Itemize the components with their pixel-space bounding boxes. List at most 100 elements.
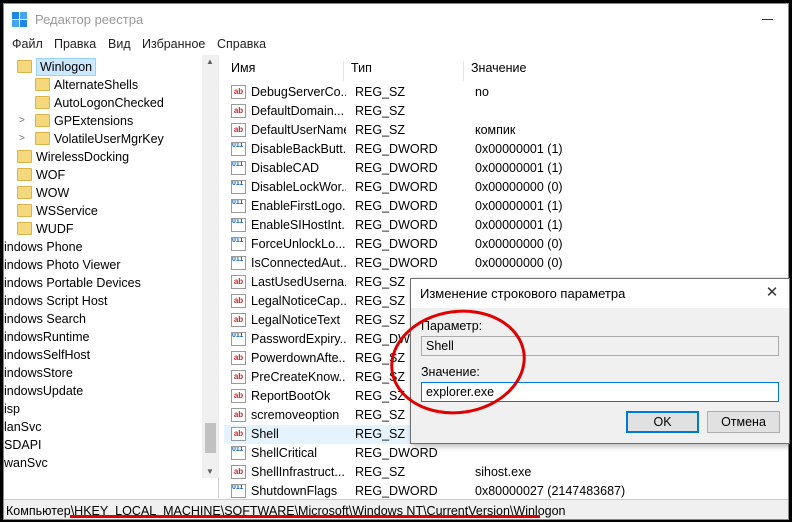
- value-row[interactable]: ab DebugServerCo... REG_SZ no: [224, 83, 788, 102]
- value-type: REG_DWORD: [355, 161, 438, 175]
- tree-item[interactable]: lanSvc: [4, 418, 202, 436]
- binary-value-icon: 011 110: [231, 237, 246, 251]
- cancel-button[interactable]: Отмена: [707, 411, 780, 433]
- value-type: REG_DWORD: [355, 180, 438, 194]
- value-name: LegalNoticeCap...: [251, 294, 346, 308]
- value-row[interactable]: 011 110 ForceUnlockLo... REG_DWORD 0x000000…: [224, 235, 788, 254]
- value-row[interactable]: 011 110 EnableSIHostInt... REG_DWORD 0x0000…: [224, 216, 788, 235]
- menu-view[interactable]: Вид: [108, 37, 131, 51]
- value-type: REG_SZ: [355, 389, 406, 403]
- tree-item[interactable]: AutoLogonChecked: [4, 94, 202, 112]
- tree-item-label: isp: [4, 402, 20, 416]
- tree-item[interactable]: WirelessDocking: [4, 148, 202, 166]
- value-row[interactable]: 011 110 IsConnectedAut... REG_DWORD 0x00000…: [224, 254, 788, 273]
- value-type: REG_DWORD: [355, 446, 438, 460]
- value-type: REG_DWORD: [355, 484, 438, 498]
- tree-item[interactable]: indows Search: [4, 310, 202, 328]
- folder-icon: [17, 60, 32, 73]
- column-header-type[interactable]: Тип: [344, 61, 464, 81]
- close-icon[interactable]: ✕: [761, 283, 783, 303]
- value-data: 0x00000000 (0): [475, 256, 563, 270]
- value-name: IsConnectedAut...: [251, 256, 346, 270]
- tree-item-label: WSService: [36, 204, 98, 218]
- folder-icon: [17, 222, 32, 235]
- value-row[interactable]: 011 110 DisableCAD REG_DWORD 0x00000001 (1): [224, 159, 788, 178]
- value-name: PasswordExpiry...: [251, 332, 346, 346]
- value-type: REG_SZ: [355, 123, 406, 137]
- value-name: ShutdownFlags: [251, 484, 338, 498]
- tree-item-label: indowsUpdate: [4, 384, 84, 398]
- tree-item-label: SDAPI: [4, 438, 42, 452]
- folder-icon: [17, 204, 32, 217]
- value-name: DebugServerCo...: [251, 85, 346, 99]
- value-row[interactable]: 011 110 DisableBackButt... REG_DWORD 0x0000…: [224, 140, 788, 159]
- tree-item-label: indows Photo Viewer: [4, 258, 121, 272]
- registry-tree[interactable]: Winlogon AlternateShells AutoLogonChecked >…: [4, 55, 219, 498]
- value-name: scremoveoption: [251, 408, 340, 422]
- tree-item[interactable]: Winlogon: [4, 58, 202, 76]
- tree-item-label: WUDF: [36, 222, 74, 236]
- tree-item[interactable]: indowsUpdate: [4, 382, 202, 400]
- tree-item-label: WirelessDocking: [36, 150, 130, 164]
- tree-item[interactable]: indows Phone: [4, 238, 202, 256]
- value-type: REG_DWORD: [355, 237, 438, 251]
- tree-item[interactable]: WUDF: [4, 220, 202, 238]
- value-name: DefaultDomain...: [251, 104, 345, 118]
- value-row[interactable]: 011 110 ShellCritical REG_DWORD: [224, 444, 788, 463]
- column-header-value[interactable]: Значение: [464, 61, 788, 81]
- value-row[interactable]: 011 110 DisableLockWor... REG_DWORD 0x00000…: [224, 178, 788, 197]
- tree-item-label: Winlogon: [36, 58, 97, 76]
- binary-value-icon: 011 110: [231, 161, 246, 175]
- tree-item[interactable]: > GPExtensions: [4, 112, 202, 130]
- value-row[interactable]: ab DefaultUserName REG_SZ компик: [224, 121, 788, 140]
- tree-item[interactable]: WSService: [4, 202, 202, 220]
- tree-item[interactable]: wanSvc: [4, 454, 202, 472]
- tree-item-label: WOW: [36, 186, 70, 200]
- tree-item[interactable]: WOW: [4, 184, 202, 202]
- value-data: 0x00000001 (1): [475, 161, 563, 175]
- dialog-title: Изменение строкового параметра: [420, 286, 626, 301]
- tree-item[interactable]: SDAPI: [4, 436, 202, 454]
- tree-item[interactable]: indowsStore: [4, 364, 202, 382]
- tree-item[interactable]: indowsSelfHost: [4, 346, 202, 364]
- value-row[interactable]: 011 110 ShutdownFlags REG_DWORD 0x80000027 …: [224, 482, 788, 498]
- value-name: ReportBootOk: [251, 389, 331, 403]
- tree-item-label: indows Script Host: [4, 294, 108, 308]
- value-type: REG_SZ: [355, 294, 406, 308]
- binary-value-icon: 011 110: [231, 142, 246, 156]
- value-name: DisableBackButt...: [251, 142, 346, 156]
- tree-item[interactable]: indows Portable Devices: [4, 274, 202, 292]
- string-value-icon: ab: [231, 85, 246, 99]
- tree-item[interactable]: WOF: [4, 166, 202, 184]
- tree-scrollbar[interactable]: ▲ ▼: [202, 55, 219, 478]
- value-name: LegalNoticeText: [251, 313, 340, 327]
- chevron-right-icon[interactable]: >: [19, 133, 25, 144]
- tree-item[interactable]: indowsRuntime: [4, 328, 202, 346]
- scrollbar-thumb[interactable]: [205, 423, 216, 453]
- value-row[interactable]: 011 110 EnableFirstLogo... REG_DWORD 0x0000…: [224, 197, 788, 216]
- value-row[interactable]: ab ShellInfrastruct... REG_SZ sihost.exe: [224, 463, 788, 482]
- tree-item[interactable]: AlternateShells: [4, 76, 202, 94]
- menu-file[interactable]: Файл: [12, 37, 43, 51]
- column-header-name[interactable]: Имя: [224, 61, 344, 81]
- value-name: LastUsedUserna...: [251, 275, 346, 289]
- value-row[interactable]: ab DefaultDomain... REG_SZ: [224, 102, 788, 121]
- tree-item[interactable]: indows Script Host: [4, 292, 202, 310]
- folder-icon: [35, 96, 50, 109]
- tree-item-label: AutoLogonChecked: [54, 96, 164, 110]
- tree-item[interactable]: > VolatileUserMgrKey: [4, 130, 202, 148]
- ok-button[interactable]: OK: [626, 411, 699, 433]
- value-data: no: [475, 85, 489, 99]
- tree-item[interactable]: isp: [4, 400, 202, 418]
- menu-edit[interactable]: Правка: [54, 37, 96, 51]
- string-value-icon: ab: [231, 123, 246, 137]
- menu-favorites[interactable]: Избранное: [142, 37, 205, 51]
- scroll-up-icon[interactable]: ▲: [206, 57, 214, 66]
- minimize-button[interactable]: [758, 10, 778, 28]
- chevron-right-icon[interactable]: >: [19, 115, 25, 126]
- scroll-down-icon[interactable]: ▼: [206, 467, 214, 476]
- menu-help[interactable]: Справка: [217, 37, 266, 51]
- tree-item-label: indowsStore: [4, 366, 73, 380]
- tree-item[interactable]: indows Photo Viewer: [4, 256, 202, 274]
- binary-value-icon: 011 110: [231, 199, 246, 213]
